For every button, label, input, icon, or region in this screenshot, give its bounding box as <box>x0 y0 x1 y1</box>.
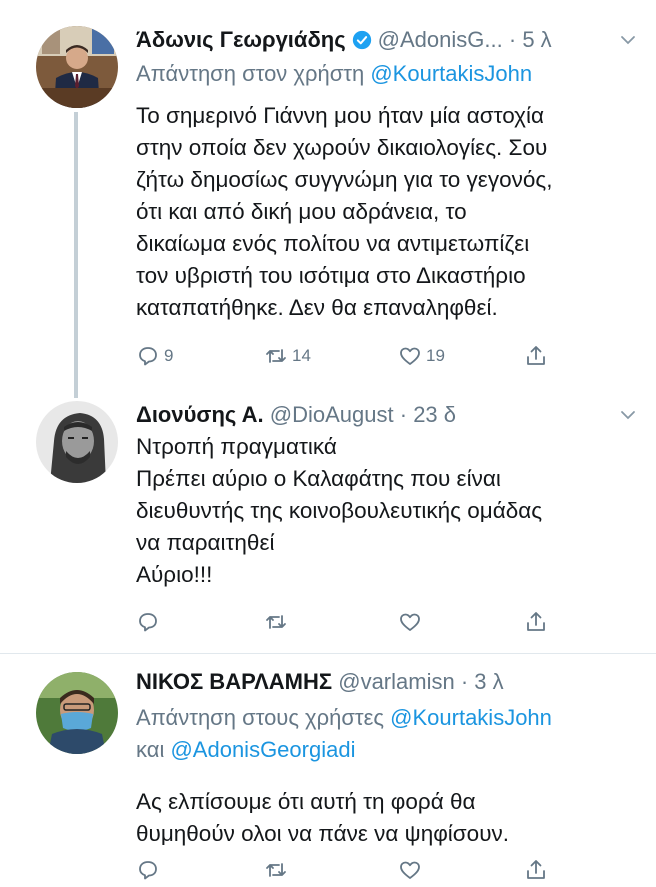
tweet-actions <box>136 856 556 884</box>
reply-icon <box>136 610 160 634</box>
reply-context: Απάντηση στους χρήστες @KourtakisJohn κα… <box>136 702 640 766</box>
verified-badge-icon <box>352 27 372 50</box>
reply-prefix: Απάντηση στον χρήστη <box>136 61 365 86</box>
avatar[interactable] <box>36 401 118 483</box>
tweet-text-line: ότι και από δική μου αδράνεια, το <box>136 199 467 224</box>
display-name[interactable]: Άδωνις Γεωργιάδης <box>136 27 346 52</box>
reply-count: 9 <box>164 346 174 365</box>
tweet-text: Ντροπή πραγματικά Πρέπει αύριο ο Καλαφάτ… <box>136 431 636 591</box>
chevron-down-icon[interactable] <box>618 405 638 425</box>
reply-prefix: Απάντηση στους χρήστες <box>136 705 385 730</box>
display-name[interactable]: Διονύσης Α. <box>136 402 264 427</box>
reply-button[interactable] <box>136 608 164 636</box>
retweet-icon <box>264 858 288 882</box>
tweet-text-line: ζήτω δημοσίως συγγνώμη για το γεγονός, <box>136 167 553 192</box>
tweet-actions <box>136 608 556 636</box>
mention-link[interactable]: @KourtakisJohn <box>370 61 532 86</box>
timestamp[interactable]: 3 λ <box>474 669 503 694</box>
username[interactable]: @AdonisG... <box>378 27 503 52</box>
tweet-text-line: Το σημερινό Γιάννη μου ήταν μία αστοχία <box>136 103 544 128</box>
tweet-text-line: στην οποία δεν χωρούν δικαιολογίες. Σου <box>136 135 548 160</box>
chevron-down-icon[interactable] <box>618 30 638 50</box>
tweet[interactable]: ΝΙΚΟΣ ΒΑΡΛΑΜΗΣ @varlamisn · 3 λ Απάντηση… <box>0 654 656 887</box>
tweet[interactable]: Διονύσης Α. @DioAugust · 23 δ Ντροπή πρα… <box>0 395 656 653</box>
reply-joiner: και <box>136 737 165 762</box>
tweet-text-line: δικαίωμα ενός πολίτου να αντιμετωπίζει <box>136 231 530 256</box>
mention-link[interactable]: @AdonisGeorgiadi <box>170 737 355 762</box>
tweet-header: ΝΙΚΟΣ ΒΑΡΛΑΜΗΣ @varlamisn · 3 λ <box>136 666 640 698</box>
retweet-icon <box>264 610 288 634</box>
share-button[interactable] <box>524 608 548 636</box>
share-button[interactable] <box>524 342 548 370</box>
tweet-text-line: Πρέπει αύριο ο Καλαφάτης που είναι <box>136 466 501 491</box>
share-button[interactable] <box>524 856 548 884</box>
tweet-header: Διονύσης Α. @DioAugust · 23 δ <box>136 399 640 431</box>
like-icon <box>398 610 422 634</box>
tweet-text-line: Ας ελπίσουμε ότι αυτή τη φορά θα <box>136 789 476 814</box>
tweet-text-line: Αύριο!!! <box>136 562 213 587</box>
tweet-text: Το σημερινό Γιάννη μου ήταν μία αστοχία … <box>136 100 636 324</box>
avatar[interactable] <box>36 26 118 108</box>
reply-context: Απάντηση στον χρήστη @KourtakisJohn <box>136 58 640 90</box>
separator-dot: · <box>508 27 517 52</box>
username[interactable]: @varlamisn <box>338 669 454 694</box>
separator-dot: · <box>399 402 408 427</box>
avatar[interactable] <box>36 672 118 754</box>
retweet-button[interactable]: 14 <box>264 342 311 370</box>
retweet-count: 14 <box>292 346 311 365</box>
reply-icon <box>136 344 160 368</box>
username[interactable]: @DioAugust <box>270 402 394 427</box>
tweet-text-line: διευθυντής της κοινοβουλευτικής ομάδας <box>136 498 543 523</box>
like-icon <box>398 858 422 882</box>
reply-icon <box>136 858 160 882</box>
thread-line <box>74 112 78 398</box>
like-count: 19 <box>426 346 445 365</box>
retweet-button[interactable] <box>264 856 292 884</box>
tweet[interactable]: Άδωνις Γεωργιάδης @AdonisG... · 5 λ Απάντ… <box>0 0 656 398</box>
tweet-text-line: θυμηθούν ολοι να πάνε να ψηφίσουν. <box>136 821 509 846</box>
tweet-text-line: Ντροπή πραγματικά <box>136 434 337 459</box>
mention-link[interactable]: @KourtakisJohn <box>390 705 552 730</box>
reply-button[interactable] <box>136 856 164 884</box>
tweet-text-line: να παραιτηθεί <box>136 530 275 555</box>
retweet-button[interactable] <box>264 608 292 636</box>
tweet-actions: 9 14 19 <box>136 342 556 370</box>
tweet-text-line: τον υβριστή του ισότιμα στο Δικαστήριο <box>136 263 526 288</box>
separator-dot: · <box>460 669 469 694</box>
share-icon <box>524 858 548 882</box>
like-icon <box>398 344 422 368</box>
like-button[interactable]: 19 <box>398 342 445 370</box>
like-button[interactable] <box>398 856 426 884</box>
tweet-text: Ας ελπίσουμε ότι αυτή τη φορά θα θυμηθού… <box>136 786 636 850</box>
display-name[interactable]: ΝΙΚΟΣ ΒΑΡΛΑΜΗΣ <box>136 669 332 694</box>
tweet-text-line: καταπατήθηκε. Δεν θα επαναληφθεί. <box>136 295 498 320</box>
share-icon <box>524 344 548 368</box>
timestamp[interactable]: 23 δ <box>413 402 456 427</box>
timestamp[interactable]: 5 λ <box>522 27 551 52</box>
tweet-header: Άδωνις Γεωργιάδης @AdonisG... · 5 λ <box>136 24 640 56</box>
like-button[interactable] <box>398 608 426 636</box>
retweet-icon <box>264 344 288 368</box>
share-icon <box>524 610 548 634</box>
reply-button[interactable]: 9 <box>136 342 173 370</box>
